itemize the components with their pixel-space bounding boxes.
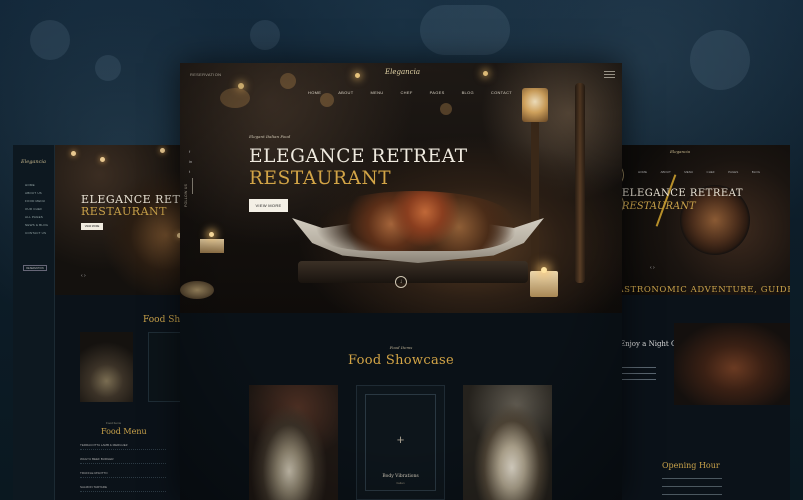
right-preview-nav-item[interactable]: BLOG [752,170,760,174]
nav-item-pages[interactable]: PAGES [430,90,445,95]
showcase-kicker: Food Items [389,345,413,350]
header-bar: RESERVATION Elegancia [180,63,622,87]
food-card-featured[interactable]: + Body Vibrations Italian [356,385,445,500]
scroll-down-icon[interactable]: ↓ [395,276,407,288]
light-bulb [100,157,105,162]
main-nav: HOME ABOUT MENU CHEF PAGES BLOG CONTACT [308,90,512,95]
left-preview-logo: Elegancia [21,159,46,165]
right-preview-title-line2: RESTAURANT [622,201,696,212]
left-preview-food-image [80,332,133,402]
right-preview-nav-item[interactable]: MENU [684,170,693,174]
wine-bottle [575,83,585,283]
card-title: Body Vibrations [382,474,419,479]
candle [530,271,558,297]
right-preview-panel: Elegancia HOME ABOUT MENU CHEF PAGES BLO… [610,145,790,500]
right-preview-slider-arrows[interactable]: ‹ › [650,265,655,271]
left-preview-menu-row: TRUFFLE RISOTTO [80,471,166,478]
left-preview-nav-item[interactable]: ABOUT US [25,191,48,195]
nav-item-about[interactable]: ABOUT [338,90,353,95]
showcase-title: Food Showcase [348,353,454,368]
nav-item-chef[interactable]: CHEF [400,90,412,95]
bokeh-light [220,88,250,108]
right-preview-steak-image [674,323,790,405]
left-preview-menu-row: TERRACOTTA LAMB & MERGUEZ [80,443,166,450]
bowl [180,281,214,299]
social-divider [192,178,193,194]
lamp-stand [531,122,539,282]
hamburger-menu-icon[interactable] [604,71,615,79]
left-preview-menu-row: SALMON TARTARE [80,485,166,492]
hero-title-line1: ELEGANCE RETREAT [249,146,468,167]
left-preview-menu-title: Food Menu [101,427,147,436]
candle [200,239,224,253]
bokeh-light [320,93,334,107]
twitter-icon[interactable]: t [189,169,192,174]
card-subtitle: Italian [396,481,405,485]
brand-logo[interactable]: Elegancia [385,68,420,76]
right-preview-nav: HOME ABOUT MENU CHEF PAGES BLOG [638,160,769,178]
left-preview-nav-item[interactable]: OUR CHEF [25,207,48,211]
social-links: f in t [189,149,192,174]
follow-us-label: FOLLOW US [184,183,188,207]
bokeh-light [420,5,510,55]
left-preview-menu-kicker: Food Items [106,421,122,425]
left-preview-view-more-button[interactable]: VIEW MORE [81,223,103,230]
bokeh-light [440,103,452,115]
view-more-button[interactable]: VIEW MORE [249,199,288,212]
bokeh-light [30,20,70,60]
nav-item-blog[interactable]: BLOG [462,90,474,95]
left-preview-title-line2: RESTAURANT [81,205,167,218]
food-card[interactable] [463,385,552,500]
right-preview-nav-item[interactable]: CHEF [707,170,715,174]
left-preview-slider-arrows[interactable]: ‹ › [81,273,86,279]
left-preview-panel: Elegancia HOME ABOUT US FOOD MENU OUR CH… [13,145,203,500]
light-bulb [71,151,76,156]
left-preview-nav: HOME ABOUT US FOOD MENU OUR CHEF ALL PAG… [25,183,48,239]
hero-kicker: Elegant Italian Food [249,134,291,139]
candle-flame [209,232,214,237]
left-preview-reservation-button[interactable]: RESERVATION [23,265,47,271]
left-preview-sidebar: Elegancia HOME ABOUT US FOOD MENU OUR CH… [13,145,55,500]
food-card[interactable] [249,385,338,500]
right-preview-nav-item[interactable]: PAGES [728,170,738,174]
right-preview-nav-item[interactable]: HOME [638,170,647,174]
nav-item-home[interactable]: HOME [308,90,321,95]
left-preview-nav-item[interactable]: CONTACT US [25,231,48,235]
main-preview-panel: RESERVATION Elegancia HOME ABOUT MENU CH… [180,63,622,500]
right-preview-logo: Elegancia [670,149,690,154]
bokeh-light [690,30,750,90]
right-preview-hours-title: Opening Hour [662,461,720,470]
candle-flame [541,267,547,273]
bokeh-light [250,20,280,50]
right-preview-tagline: GASTRONOMIC ADVENTURE, GUIDED BY OUR EXP… [610,285,790,295]
nav-item-contact[interactable]: CONTACT [491,90,512,95]
dish-pedestal [298,261,528,283]
hero-title-line2: RESTAURANT [249,168,392,189]
light-bulb [160,148,165,153]
left-preview-menu-row: WAGYU BEEF BURGER [80,457,166,464]
food-platter [315,191,515,251]
nav-item-menu[interactable]: MENU [370,90,383,95]
reservation-link[interactable]: RESERVATION [190,72,221,77]
hours-row [662,486,722,487]
left-preview-nav-item[interactable]: FOOD MENU [25,199,48,203]
plus-icon[interactable]: + [357,432,444,447]
hours-row [662,494,722,495]
left-preview-nav-item[interactable]: ALL PAGES [25,215,48,219]
right-preview-title-line1: ELEGANCE RETREAT [622,188,744,199]
bokeh-light [95,55,121,81]
right-preview-nav-item[interactable]: ABOUT [660,170,670,174]
left-preview-nav-item[interactable]: NEWS & BLOG [25,223,48,227]
left-preview-nav-item[interactable]: HOME [25,183,48,187]
table-lamp [522,88,548,122]
hours-row [662,478,722,479]
facebook-icon[interactable]: f [189,149,192,154]
linkedin-icon[interactable]: in [189,159,192,164]
